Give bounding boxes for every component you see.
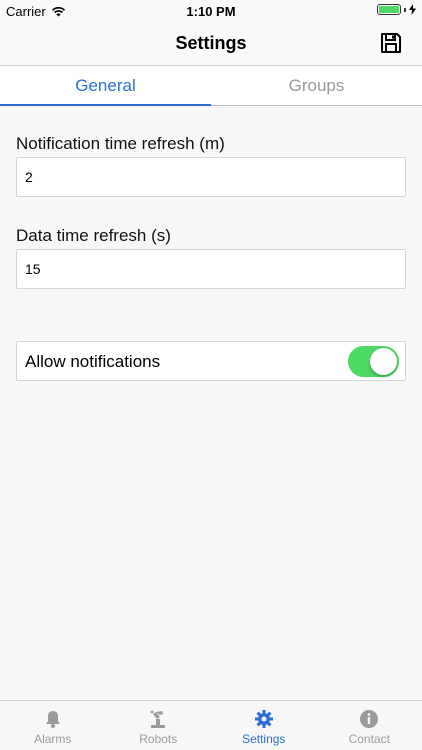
toggle-knob <box>370 348 397 375</box>
tabbar-item-settings[interactable]: Settings <box>211 701 317 750</box>
allow-notifications-toggle[interactable] <box>348 346 399 377</box>
navigation-bar: Settings <box>0 22 422 66</box>
gear-icon <box>254 710 273 728</box>
page-title: Settings <box>175 33 247 53</box>
tabbar-label-contact: Contact <box>348 732 390 746</box>
robot-icon <box>150 710 166 728</box>
save-button[interactable] <box>380 32 402 54</box>
bottom-tab-bar: Alarms Robots Settings Contact <box>0 700 422 750</box>
allow-notifications-label: Allow notifications <box>25 352 161 371</box>
tab-general[interactable]: General <box>0 67 211 106</box>
data-refresh-label: Data time refresh (s) <box>16 226 171 245</box>
tabbar-item-robots[interactable]: Robots <box>106 701 212 750</box>
tabbar-item-contact[interactable]: Contact <box>317 701 422 750</box>
notification-refresh-label: Notification time refresh (m) <box>16 134 225 153</box>
allow-notifications-row: Allow notifications <box>16 341 406 381</box>
battery-indicator <box>377 4 416 15</box>
status-bar: Carrier 1:10 PM <box>0 0 422 22</box>
floppy-disk-icon <box>381 33 401 53</box>
bell-icon <box>45 711 60 728</box>
charging-bolt-icon <box>409 4 416 15</box>
tabbar-label-alarms: Alarms <box>34 732 72 746</box>
battery-icon <box>377 4 401 15</box>
info-icon <box>360 710 379 728</box>
tabbar-item-alarms[interactable]: Alarms <box>0 701 106 750</box>
status-time: 1:10 PM <box>186 4 236 19</box>
tabbar-label-settings: Settings <box>242 732 286 746</box>
data-refresh-input[interactable] <box>16 249 406 289</box>
segment-tabs: General Groups <box>0 67 422 106</box>
notification-refresh-input[interactable] <box>16 157 406 197</box>
tabbar-label-robots: Robots <box>139 732 178 746</box>
tab-groups[interactable]: Groups <box>211 67 422 105</box>
